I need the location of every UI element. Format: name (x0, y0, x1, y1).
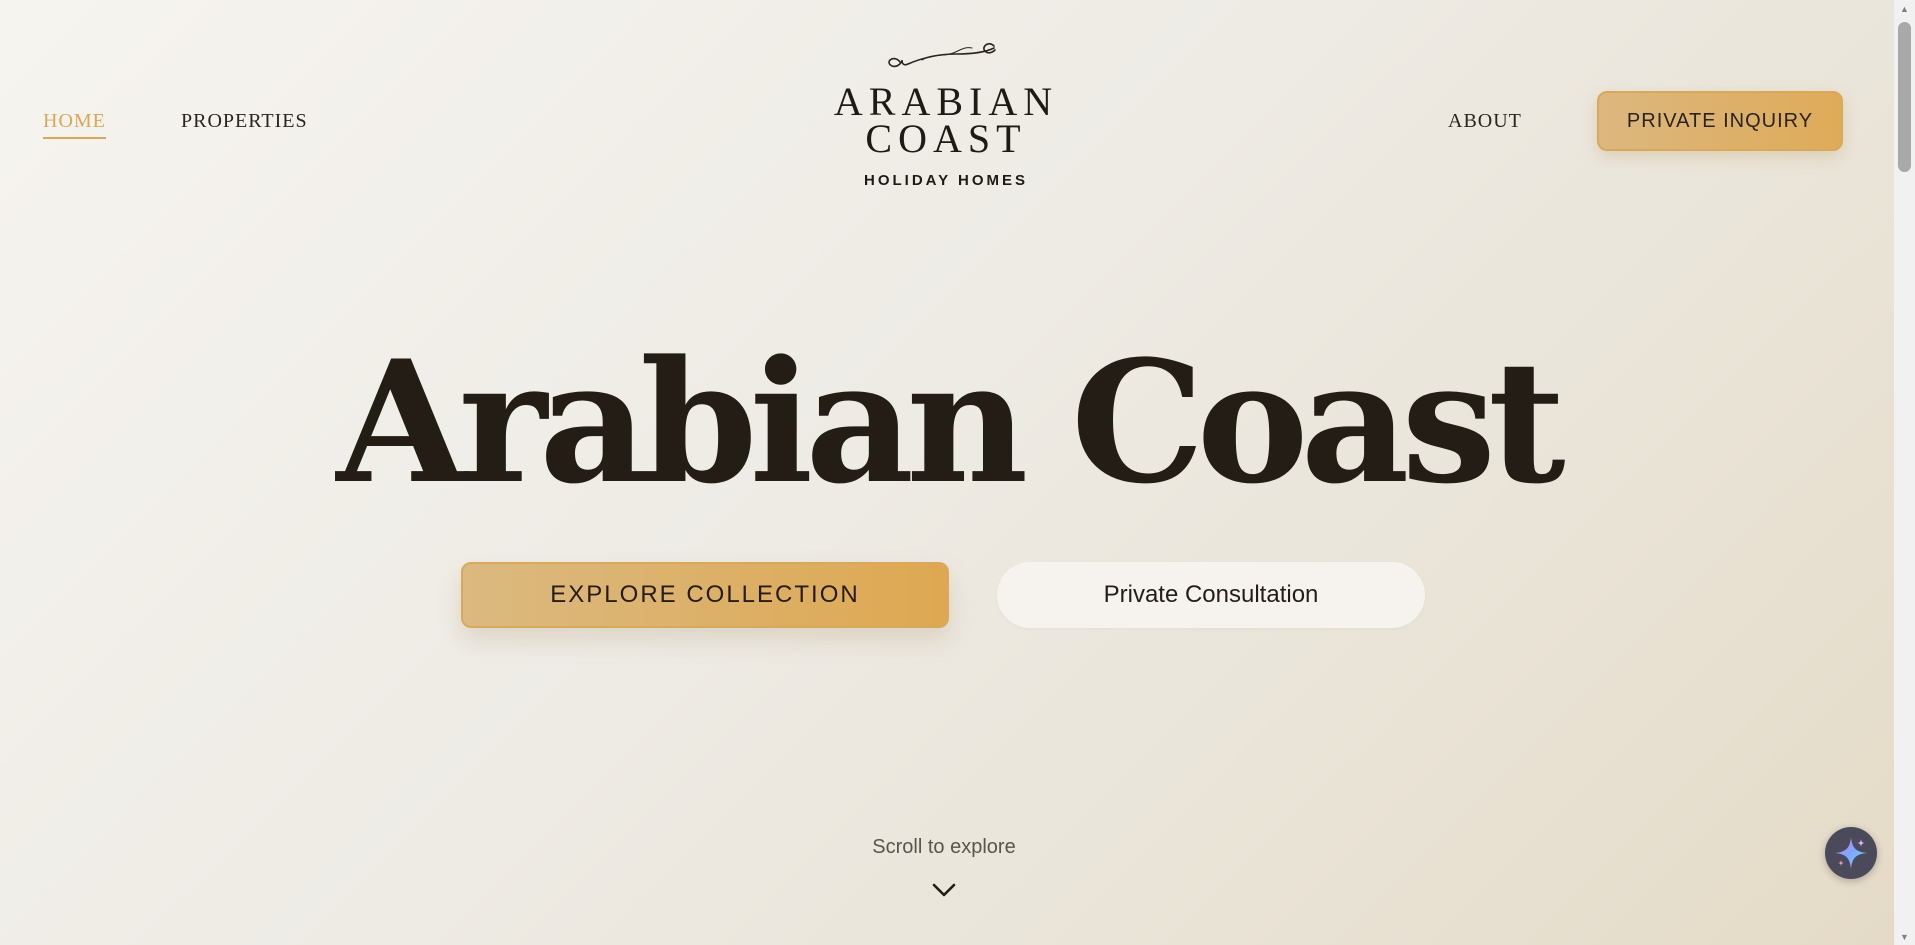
chevron-down-icon[interactable] (931, 882, 957, 898)
nav-properties-link[interactable]: PROPERTIES (181, 110, 308, 133)
hero-title: Arabian Coast (336, 323, 1565, 521)
sparkle-icon (1835, 837, 1867, 869)
page: HOME PROPERTIES ABOUT PRIVATE INQUIRY AR… (0, 0, 1894, 945)
nav-about-link[interactable]: ABOUT (1448, 110, 1522, 133)
private-consultation-button[interactable]: Private Consultation (997, 562, 1425, 628)
scroll-down-arrow-icon[interactable]: ▼ (1894, 928, 1915, 945)
ai-assistant-button[interactable] (1825, 827, 1877, 879)
vertical-scrollbar[interactable]: ▲ ▼ (1894, 0, 1915, 945)
scroll-hint-text: Scroll to explore (872, 836, 1016, 858)
nav-home-link[interactable]: HOME (43, 110, 106, 139)
brand-logo[interactable]: ARABIAN COAST HOLIDAY HOMES (822, 38, 1070, 198)
logo-title-line2: COAST (865, 116, 1027, 161)
monogram-icon (888, 43, 996, 68)
explore-collection-button[interactable]: EXPLORE COLLECTION (461, 562, 949, 628)
scrollbar-thumb[interactable] (1898, 22, 1911, 172)
logo-subtitle: HOLIDAY HOMES (863, 172, 1029, 189)
private-inquiry-button[interactable]: PRIVATE INQUIRY (1597, 91, 1843, 151)
scroll-up-arrow-icon[interactable]: ▲ (1894, 0, 1915, 17)
